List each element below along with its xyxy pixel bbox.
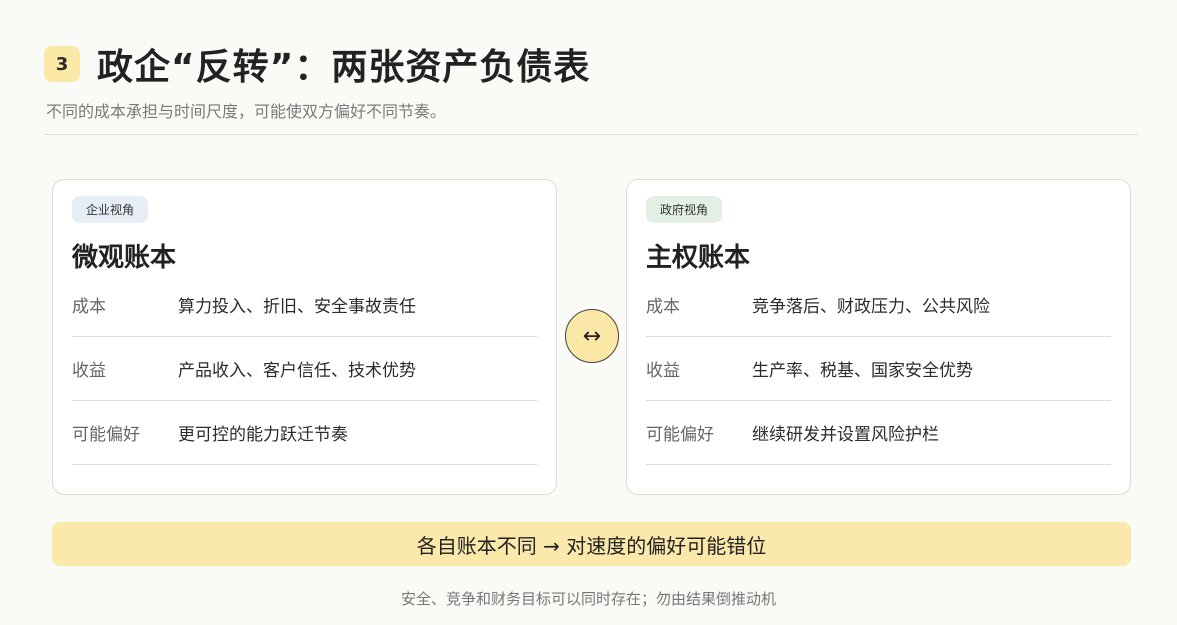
row-label: 成本	[646, 297, 680, 317]
enterprise-tag: 企业视角	[72, 196, 149, 223]
footnote: 安全、竞争和财务目标可以同时存在；勿由结果倒推动机	[400, 590, 776, 608]
header-divider	[44, 134, 1138, 135]
row-value: 生产率、税基、国家安全优势	[752, 361, 973, 381]
row-label: 可能偏好	[72, 425, 140, 445]
table-row: 收益 生产率、税基、国家安全优势	[646, 337, 1111, 401]
enterprise-card: 企业视角 微观账本 成本 算力投入、折旧、安全事故责任 收益 产品收入、客户信任…	[52, 179, 557, 495]
section-number-badge: 3	[44, 46, 80, 82]
government-tag: 政府视角	[646, 196, 723, 223]
title-row: 3 政企“反转”：两张资产负债表	[44, 38, 1138, 90]
row-label: 收益	[646, 361, 680, 381]
row-value: 继续研发并设置风险护栏	[752, 425, 939, 445]
row-value: 产品收入、客户信任、技术优势	[178, 361, 416, 381]
page-title: 政企“反转”：两张资产负债表	[97, 47, 591, 88]
row-label: 可能偏好	[646, 425, 714, 445]
slide-header: 3 政企“反转”：两张资产负债表 不同的成本承担与时间尺度，可能使双方偏好不同节…	[44, 38, 1138, 135]
row-value: 算力投入、折旧、安全事故责任	[178, 297, 416, 317]
summary-banner: 各自账本不同 → 对速度的偏好可能错位	[52, 522, 1131, 566]
table-row: 可能偏好 更可控的能力跃迁节奏	[72, 401, 537, 465]
enterprise-card-title: 微观账本	[72, 243, 177, 273]
table-row: 成本 竞争落后、财政压力、公共风险	[646, 273, 1111, 337]
row-label: 收益	[72, 361, 106, 381]
table-row: 可能偏好 继续研发并设置风险护栏	[646, 401, 1111, 465]
row-value: 竞争落后、财政压力、公共风险	[752, 297, 990, 317]
page-subtitle: 不同的成本承担与时间尺度，可能使双方偏好不同节奏。	[46, 102, 447, 121]
government-card-title: 主权账本	[646, 243, 751, 273]
table-row: 收益 产品收入、客户信任、技术优势	[72, 337, 537, 401]
swap-arrows-icon: ↔	[565, 309, 619, 363]
row-value: 更可控的能力跃迁节奏	[178, 425, 348, 445]
government-card: 政府视角 主权账本 成本 竞争落后、财政压力、公共风险 收益 生产率、税基、国家…	[626, 179, 1131, 495]
row-label: 成本	[72, 297, 106, 317]
table-row: 成本 算力投入、折旧、安全事故责任	[72, 273, 537, 337]
